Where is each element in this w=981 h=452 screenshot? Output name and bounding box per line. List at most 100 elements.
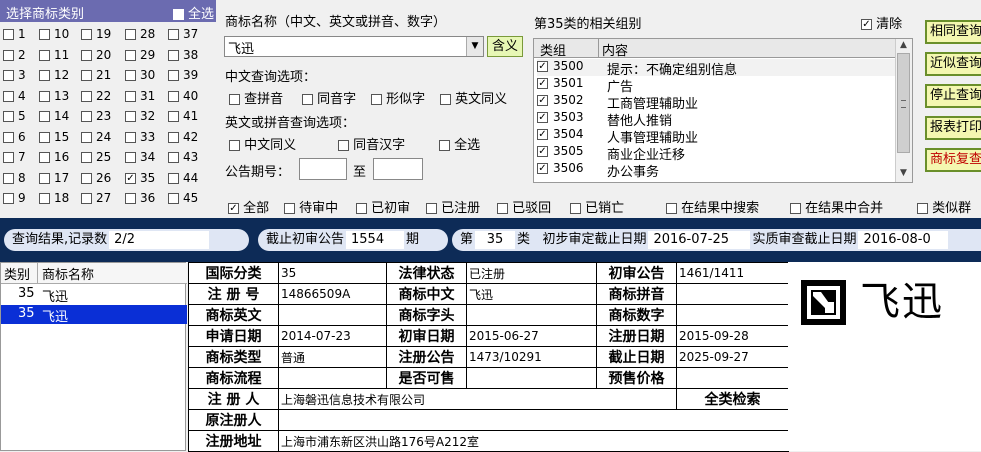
clear-checkbox[interactable] [861, 19, 872, 30]
class-option-16[interactable]: 16 [39, 150, 69, 164]
group-row[interactable]: 3503替他人推销 [537, 110, 897, 129]
class-option-23[interactable]: 23 [81, 109, 111, 123]
class-checkbox[interactable] [3, 172, 14, 184]
scroll-up-icon[interactable]: ▲ [898, 40, 909, 51]
class-option-37[interactable]: 37 [168, 27, 198, 41]
class-option-13[interactable]: 13 [39, 89, 69, 103]
class-option-7[interactable]: 7 [3, 150, 26, 164]
class-option-44[interactable]: 44 [168, 171, 198, 185]
class-checkbox[interactable] [125, 90, 136, 102]
class-checkbox[interactable] [3, 90, 14, 102]
report-print-button[interactable]: 报表打印 [925, 116, 981, 140]
cn-option-0[interactable]: 查拼音 [229, 88, 283, 107]
class-checkbox[interactable] [168, 172, 179, 184]
class-checkbox[interactable] [168, 49, 179, 61]
group-row[interactable]: 3501广告 [537, 76, 897, 95]
group-checkbox[interactable] [537, 112, 548, 123]
status-filter-3[interactable]: 已注册 [426, 197, 480, 216]
class-checkbox[interactable] [168, 29, 179, 40]
class-checkbox[interactable] [81, 70, 92, 81]
cn-option-checkbox[interactable] [440, 94, 451, 105]
class-option-35[interactable]: 35 [125, 171, 155, 185]
group-row[interactable]: 3502工商管理辅助业 [537, 93, 897, 112]
similar-query-button[interactable]: 近似查询 [925, 52, 981, 76]
class-checkbox[interactable] [168, 90, 179, 102]
group-checkbox[interactable] [537, 163, 548, 174]
class-option-29[interactable]: 29 [125, 48, 155, 62]
class-checkbox[interactable] [168, 131, 179, 143]
status-filter-4[interactable]: 已驳回 [497, 197, 551, 216]
similar-group-checkbox[interactable] [917, 203, 928, 214]
class-option-39[interactable]: 39 [168, 68, 198, 82]
en-option-checkbox[interactable] [439, 140, 450, 151]
class-option-22[interactable]: 22 [81, 89, 111, 103]
class-checkbox[interactable] [3, 111, 14, 122]
class-option-42[interactable]: 42 [168, 130, 198, 144]
class-option-38[interactable]: 38 [168, 48, 198, 62]
class-option-19[interactable]: 19 [81, 27, 111, 41]
group-checkbox[interactable] [537, 146, 548, 157]
class-checkbox[interactable] [39, 131, 50, 143]
class-option-14[interactable]: 14 [39, 109, 69, 123]
en-option-2[interactable]: 全选 [439, 134, 480, 153]
class-checkbox[interactable] [125, 70, 136, 81]
all-class-search-button[interactable]: 全类检索 [676, 388, 789, 410]
group-row[interactable]: 3505商业企业迁移 [537, 144, 897, 163]
class-option-40[interactable]: 40 [168, 89, 198, 103]
status-filter-1[interactable]: 待审中 [284, 197, 338, 216]
class-option-3[interactable]: 3 [3, 68, 26, 82]
class-checkbox[interactable] [81, 152, 92, 163]
class-checkbox[interactable] [39, 111, 50, 122]
class-checkbox[interactable] [125, 111, 136, 122]
clear-groups[interactable]: 清除 [861, 13, 902, 32]
group-checkbox[interactable] [537, 129, 548, 140]
status-filter-checkbox[interactable] [228, 203, 239, 214]
result-row[interactable]: 35 飞迅 [1, 305, 187, 325]
cn-option-3[interactable]: 英文同义 [440, 88, 507, 107]
cn-option-checkbox[interactable] [302, 94, 313, 105]
class-option-11[interactable]: 11 [39, 48, 69, 62]
class-option-2[interactable]: 2 [3, 48, 26, 62]
class-option-33[interactable]: 33 [125, 130, 155, 144]
class-option-1[interactable]: 1 [3, 27, 26, 41]
scroll-thumb[interactable] [897, 53, 910, 153]
class-checkbox[interactable] [39, 90, 50, 102]
class-checkbox[interactable] [3, 70, 14, 81]
group-row[interactable]: 3500提示：不确定组别信息 [537, 59, 897, 78]
announce-to-input[interactable] [373, 158, 423, 180]
class-checkbox[interactable] [39, 152, 50, 163]
class-option-17[interactable]: 17 [39, 171, 69, 185]
class-checkbox[interactable] [39, 29, 50, 40]
class-option-32[interactable]: 32 [125, 109, 155, 123]
class-checkbox[interactable] [125, 172, 136, 184]
class-checkbox[interactable] [81, 111, 92, 122]
search-in-results-checkbox[interactable] [666, 203, 677, 214]
scroll-down-icon[interactable]: ▼ [898, 168, 909, 179]
en-option-checkbox[interactable] [338, 140, 349, 151]
class-checkbox[interactable] [81, 172, 92, 184]
class-option-26[interactable]: 26 [81, 171, 111, 185]
announce-from-input[interactable] [299, 158, 347, 180]
dropdown-arrow-icon[interactable]: ▼ [466, 37, 483, 56]
group-checkbox[interactable] [537, 61, 548, 72]
class-option-28[interactable]: 28 [125, 27, 155, 41]
group-checkbox[interactable] [537, 78, 548, 89]
class-option-41[interactable]: 41 [168, 109, 198, 123]
class-option-8[interactable]: 8 [3, 171, 26, 185]
trademark-name-combo[interactable]: 飞迅 ▼ [224, 36, 484, 57]
merge-in-results-checkbox[interactable] [790, 203, 801, 214]
class-checkbox[interactable] [125, 152, 136, 163]
class-option-34[interactable]: 34 [125, 150, 155, 164]
class-checkbox[interactable] [81, 29, 92, 40]
class-checkbox[interactable] [3, 29, 14, 40]
status-filter-checkbox[interactable] [570, 203, 581, 214]
cn-option-checkbox[interactable] [229, 94, 240, 105]
cn-option-checkbox[interactable] [371, 94, 382, 105]
status-filter-0[interactable]: 全部 [228, 197, 269, 216]
groups-list[interactable]: 类组 内容 3500提示：不确定组别信息3501广告3502工商管理辅助业350… [533, 38, 913, 183]
similar-group[interactable]: 类似群 [917, 197, 971, 216]
same-query-button[interactable]: 相同查询 [925, 20, 981, 44]
groups-scrollbar[interactable]: ▲ ▼ [895, 39, 912, 182]
status-filter-checkbox[interactable] [497, 203, 508, 214]
en-option-0[interactable]: 中文同义 [229, 134, 296, 153]
